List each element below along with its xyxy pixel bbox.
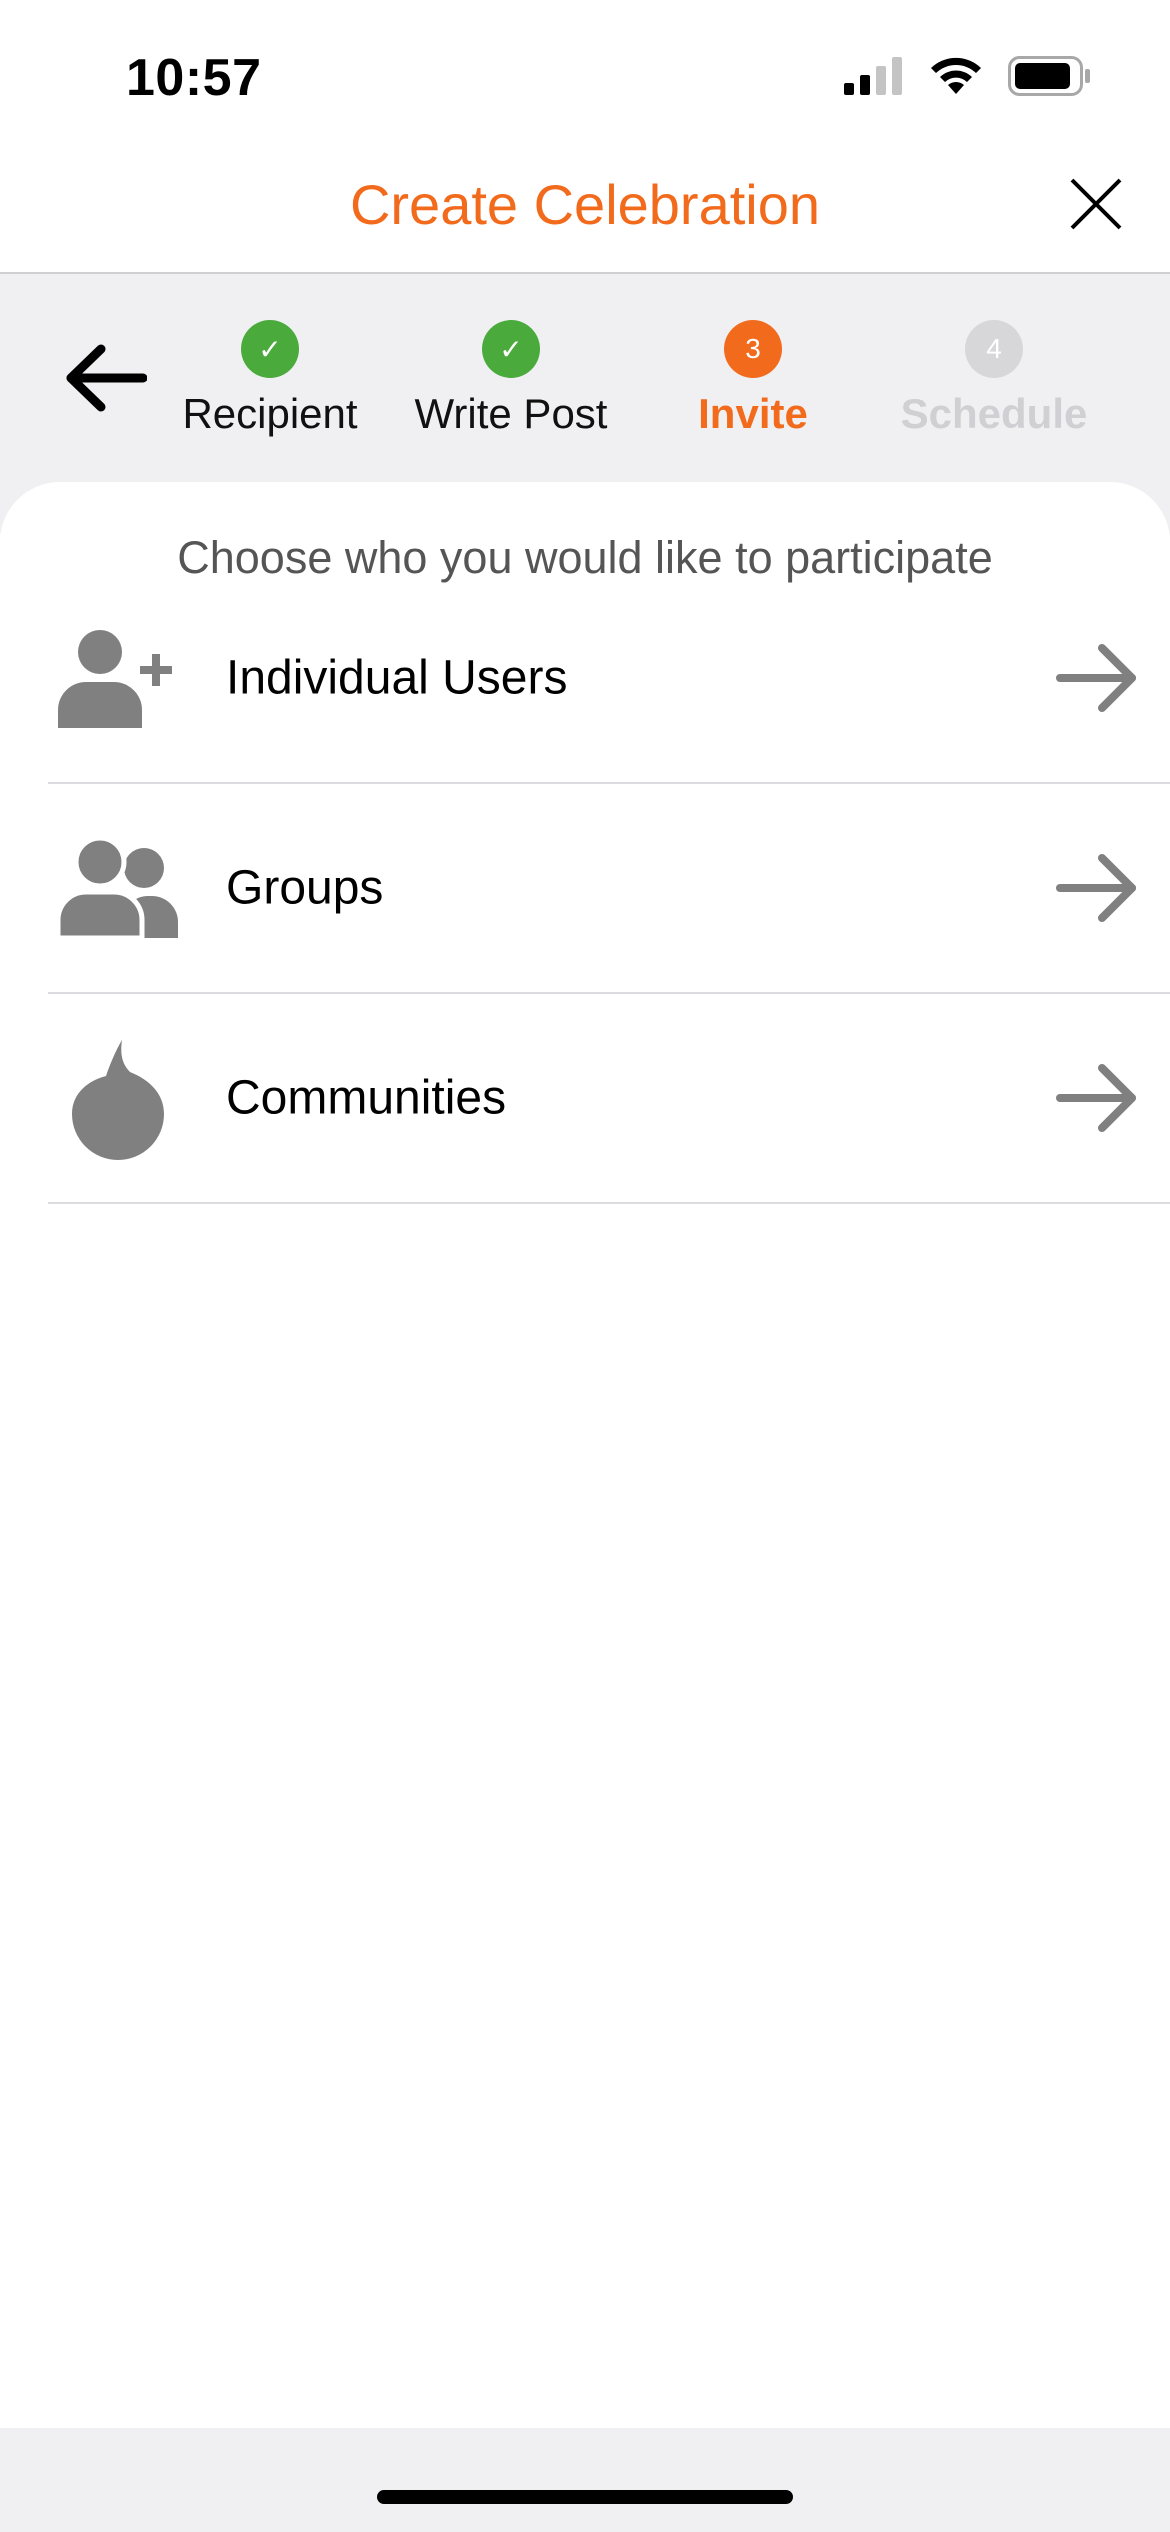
- option-label: Individual Users: [226, 651, 568, 705]
- battery-icon: [1008, 56, 1092, 101]
- option-label: Groups: [226, 861, 384, 915]
- step-label: Write Post: [414, 390, 608, 437]
- option-individual-users[interactable]: Individual Users: [48, 574, 1170, 784]
- step-label: Recipient: [182, 390, 358, 437]
- back-button[interactable]: [60, 340, 150, 420]
- status-bar: 10:57: [0, 0, 1170, 140]
- close-icon: [1069, 177, 1123, 236]
- header: Create Celebration: [0, 140, 1170, 274]
- check-icon: ✓: [482, 320, 540, 378]
- home-indicator[interactable]: [377, 2490, 793, 2504]
- flame-icon: [56, 1040, 180, 1160]
- status-icons: [844, 56, 1092, 101]
- option-label: Communities: [226, 1071, 507, 1125]
- page-title: Create Celebration: [349, 173, 821, 236]
- arrow-right-icon: [1056, 852, 1140, 924]
- step-invite: 3 Invite: [633, 320, 873, 438]
- bottom-bar: [0, 2428, 1170, 2532]
- step-label: Schedule: [900, 390, 1088, 437]
- step-number: 4: [965, 320, 1023, 378]
- step-label: Invite: [698, 390, 808, 437]
- arrow-right-icon: [1056, 1062, 1140, 1134]
- add-user-icon: [56, 623, 180, 733]
- check-icon: ✓: [241, 320, 299, 378]
- arrow-right-icon: [1056, 642, 1140, 714]
- close-button[interactable]: [1066, 176, 1126, 236]
- step-write-post: ✓ Write Post: [391, 320, 631, 438]
- cellular-signal-icon: [844, 57, 904, 100]
- step-recipient: ✓ Recipient: [150, 320, 390, 438]
- screen: 10:57 Create Celebration ✓ Recipient ✓ W…: [0, 0, 1170, 2532]
- users-group-icon: [56, 833, 180, 943]
- wifi-icon: [928, 56, 984, 101]
- option-groups[interactable]: Groups: [48, 784, 1170, 994]
- arrow-left-icon: [63, 343, 148, 418]
- step-number: 3: [724, 320, 782, 378]
- option-communities[interactable]: Communities: [48, 994, 1170, 1204]
- status-time: 10:57: [126, 49, 262, 107]
- content-card: Choose who you would like to participate…: [0, 482, 1170, 2432]
- step-schedule: 4 Schedule: [874, 320, 1114, 438]
